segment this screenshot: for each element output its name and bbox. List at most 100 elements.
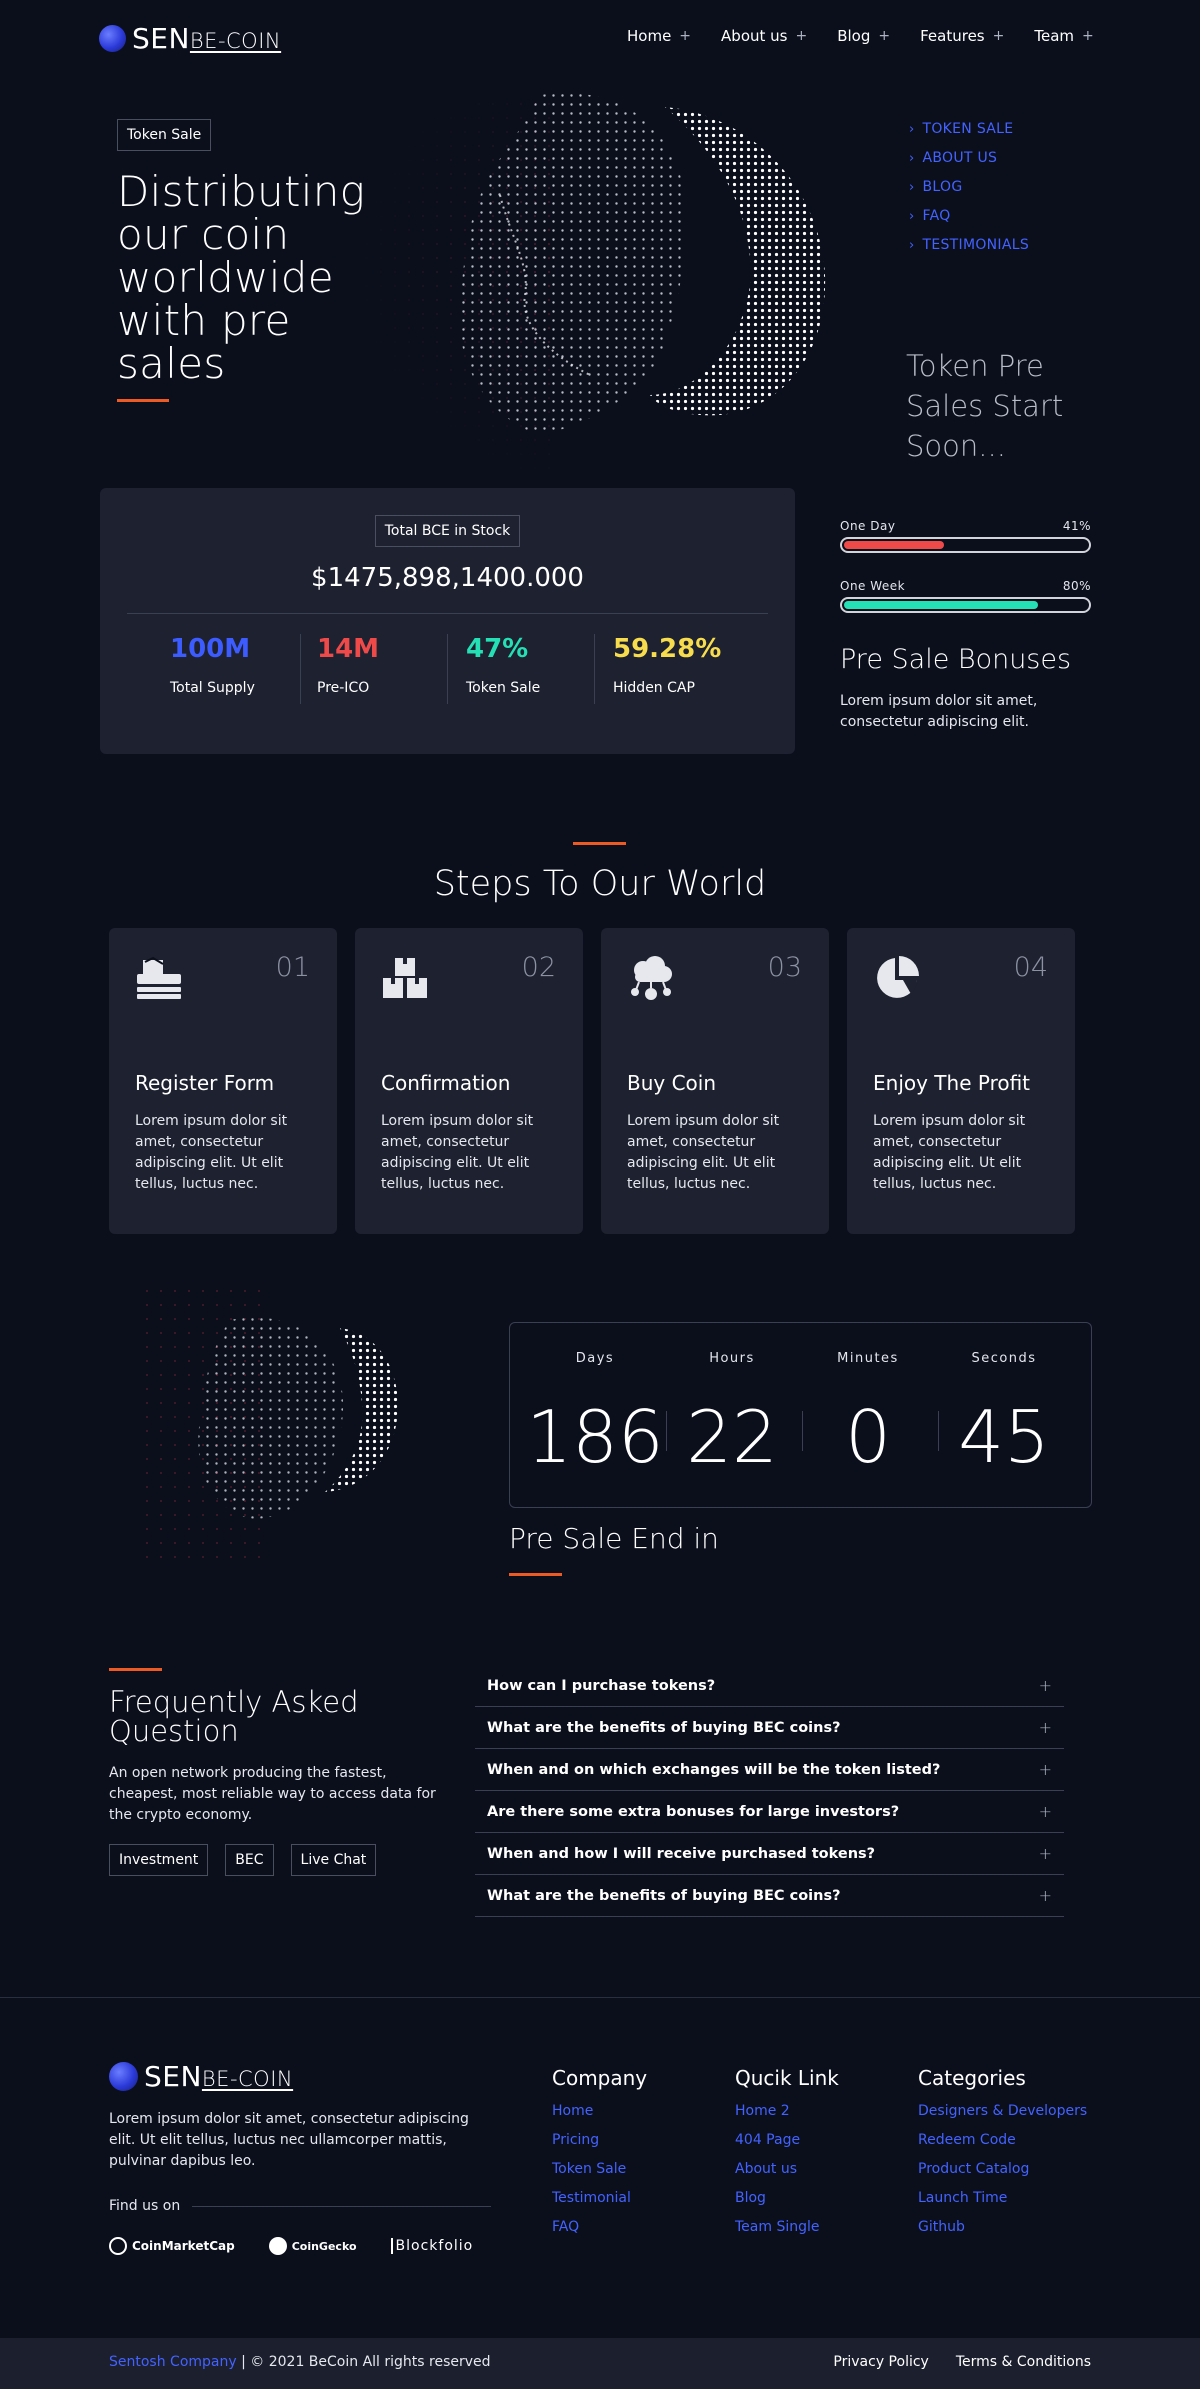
progress-bar xyxy=(840,597,1091,613)
plus-icon: + xyxy=(878,28,891,44)
plus-icon: + xyxy=(1038,1802,1052,1821)
nav-label: Home xyxy=(627,27,672,45)
faq-question[interactable]: When and on which exchanges will be the … xyxy=(475,1749,1064,1791)
side-nav: › TOKEN SALE › ABOUT US › BLOG › FAQ › TESTIM… xyxy=(909,121,1029,266)
countdown-dotted-head-graphic xyxy=(140,1290,398,1560)
step-number: 02 xyxy=(521,952,556,983)
plus-icon: + xyxy=(1038,1718,1052,1737)
coinmarketcap-logo[interactable]: CoinMarketCap xyxy=(109,2237,235,2255)
stat-token-sale: 47% Token Sale xyxy=(448,634,594,704)
terms-link[interactable]: Terms & Conditions xyxy=(956,2354,1091,2370)
chevron-right-icon: › xyxy=(909,180,915,195)
countdown-minutes: 0 xyxy=(845,1395,891,1479)
copyright: Sentosh Company | © 2021 BeCoin All righ… xyxy=(109,2354,491,2370)
tag-live-chat[interactable]: Live Chat xyxy=(290,1844,377,1876)
countdown-days: 186 xyxy=(526,1395,664,1479)
copyright-company-link[interactable]: Sentosh Company xyxy=(109,2354,237,2370)
progress-percent: 80% xyxy=(1062,579,1091,593)
nav-label: About us xyxy=(721,27,788,45)
footer-link[interactable]: FAQ xyxy=(552,2219,647,2235)
footer-link[interactable]: Github xyxy=(918,2219,1087,2235)
step-title: Buy Coin xyxy=(627,1071,717,1095)
stat-total-supply: 100M Total Supply xyxy=(170,634,300,704)
footer-logo[interactable]: SENBE-COIN xyxy=(109,2060,293,2093)
nav-blog[interactable]: Blog + xyxy=(837,27,890,45)
plus-icon: + xyxy=(1038,1844,1052,1863)
blockfolio-logo[interactable]: Blockfolio xyxy=(390,2238,474,2254)
faq-question-text: What are the benefits of buying BEC coin… xyxy=(487,1719,841,1736)
nav-team[interactable]: Team + xyxy=(1034,27,1093,45)
stat-value: 14M xyxy=(317,634,380,664)
side-nav-label: ABOUT US xyxy=(922,150,998,166)
side-nav-faq[interactable]: › FAQ xyxy=(909,208,1029,224)
faq-question[interactable]: What are the benefits of buying BEC coin… xyxy=(475,1875,1064,1917)
plus-icon: + xyxy=(1082,28,1094,44)
faq-question-text: When and on which exchanges will be the … xyxy=(487,1761,941,1778)
tag-bec[interactable]: BEC xyxy=(225,1844,274,1876)
footer-link[interactable]: Designers & Developers xyxy=(918,2103,1087,2119)
footer-link[interactable]: 404 Page xyxy=(735,2132,839,2148)
nav-about[interactable]: About us + xyxy=(721,27,807,45)
faq-question-text: What are the benefits of buying BEC coin… xyxy=(487,1887,841,1904)
footer-link[interactable]: Blog xyxy=(735,2190,839,2206)
step-title: Confirmation xyxy=(381,1071,511,1095)
logo-sub: BE-COIN xyxy=(189,29,282,53)
bonuses-title: Pre Sale Bonuses xyxy=(840,644,1072,675)
footer-link[interactable]: Product Catalog xyxy=(918,2161,1087,2177)
side-nav-blog[interactable]: › BLOG xyxy=(909,179,1029,195)
step-number: 03 xyxy=(767,952,802,983)
presale-line: Sales Start xyxy=(906,389,1064,423)
faq-question[interactable]: What are the benefits of buying BEC coin… xyxy=(475,1707,1064,1749)
stat-label: Total Supply xyxy=(170,680,255,696)
footer-link[interactable]: About us xyxy=(735,2161,839,2177)
partner-name: CoinMarketCap xyxy=(132,2239,235,2253)
footer-link[interactable]: Token Sale xyxy=(552,2161,647,2177)
faq-question-text: Are there some extra bonuses for large i… xyxy=(487,1803,900,1820)
partner-name: CoinGecko xyxy=(291,2239,357,2253)
step-text: Lorem ipsum dolor sit amet, consectetur … xyxy=(873,1113,1026,1192)
side-nav-label: BLOG xyxy=(922,179,963,195)
countdown-label-seconds: Seconds xyxy=(971,1351,1037,1366)
plus-icon: + xyxy=(992,28,1005,44)
find-us-label: Find us on xyxy=(109,2198,181,2214)
faq-question[interactable]: When and how I will receive purchased to… xyxy=(475,1833,1064,1875)
stat-label: Pre-ICO xyxy=(317,680,370,696)
stat-pre-ico: 14M Pre-ICO xyxy=(301,634,447,704)
faq-question[interactable]: Are there some extra bonuses for large i… xyxy=(475,1791,1064,1833)
chevron-right-icon: › xyxy=(909,209,915,224)
step-text: Lorem ipsum dolor sit amet, consectetur … xyxy=(135,1113,288,1192)
footer-col-title: Company xyxy=(552,2066,648,2090)
footer-link[interactable]: Redeem Code xyxy=(918,2132,1087,2148)
stock-divider xyxy=(127,613,768,614)
faq-question[interactable]: How can I purchase tokens? + xyxy=(475,1665,1064,1707)
nav-home[interactable]: Home + xyxy=(627,27,691,45)
logo-sub: BE-COIN xyxy=(201,2067,294,2091)
nav-features[interactable]: Features + xyxy=(920,27,1004,45)
stock-stats: 100M Total Supply 14M Pre-ICO 47% Token Sal… xyxy=(100,634,795,704)
footer-link[interactable]: Testimonial xyxy=(552,2190,647,2206)
hero-title-line: sales xyxy=(117,339,226,388)
logo[interactable]: SENBE-COIN xyxy=(99,22,281,55)
side-nav-testimonials[interactable]: › TESTIMONIALS xyxy=(909,237,1029,253)
footer-link[interactable]: Launch Time xyxy=(918,2190,1087,2206)
stat-value: 59.28% xyxy=(613,634,722,664)
privacy-policy-link[interactable]: Privacy Policy xyxy=(833,2354,928,2370)
coingecko-logo[interactable]: CoinGecko xyxy=(268,2237,357,2255)
faq-title-line: Question xyxy=(109,1714,239,1748)
progress-fill xyxy=(844,601,1039,609)
side-nav-about[interactable]: › ABOUT US xyxy=(909,150,1029,166)
side-nav-label: FAQ xyxy=(922,208,951,224)
side-nav-token-sale[interactable]: › TOKEN SALE xyxy=(909,121,1029,137)
footer-link[interactable]: Team Single xyxy=(735,2219,839,2235)
logo-main: SEN xyxy=(144,2060,202,2093)
step-text: Lorem ipsum dolor sit amet, consectetur … xyxy=(627,1113,780,1192)
footer-link[interactable]: Home 2 xyxy=(735,2103,839,2119)
footer-link[interactable]: Home xyxy=(552,2103,647,2119)
tag-investment[interactable]: Investment xyxy=(109,1844,209,1876)
progress-bar xyxy=(840,537,1091,553)
plus-icon: + xyxy=(1038,1676,1052,1695)
cloud-network-icon xyxy=(631,956,672,1000)
coinmarketcap-icon xyxy=(109,2237,127,2255)
footer-link[interactable]: Pricing xyxy=(552,2132,647,2148)
faq-title: Frequently Asked Question xyxy=(109,1688,358,1746)
